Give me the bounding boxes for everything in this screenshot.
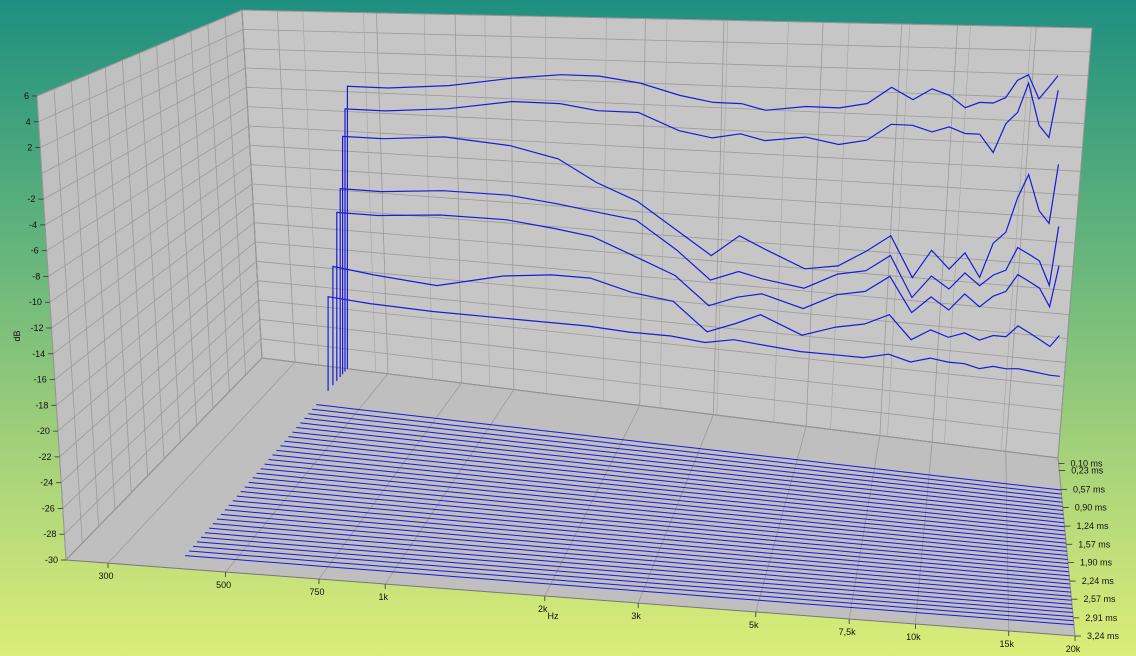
y-tick-label: -12 (30, 323, 43, 333)
x-tick-label: 500 (216, 580, 231, 590)
y-tick-label: -14 (32, 349, 45, 359)
x-tick-label: 10k (906, 632, 921, 642)
y-tick-label: -26 (42, 503, 55, 513)
x-tick-label: 20k (1066, 644, 1081, 654)
time-tick-label: 0,23 ms (1071, 466, 1104, 476)
time-tick-label: 2,24 ms (1082, 576, 1115, 586)
time-tick-label: 1,24 ms (1077, 521, 1110, 531)
y-tick-label: -16 (34, 375, 47, 385)
time-tick-label: 0,57 ms (1073, 484, 1106, 494)
y-tick-label: -8 (32, 271, 40, 281)
y-tick-label: -24 (40, 478, 53, 488)
y-tick-label: 6 (24, 91, 29, 101)
x-tick-label: 7,5k (839, 627, 857, 637)
time-tick-label: 1,90 ms (1080, 557, 1113, 567)
y-tick-label: -18 (35, 400, 48, 410)
time-tick-label: 0,90 ms (1075, 502, 1108, 512)
x-tick-label: 5k (749, 620, 759, 630)
time-tick-label: 2,91 ms (1085, 613, 1118, 623)
y-axis-label: dB (12, 330, 22, 341)
x-axis-label: Hz (548, 611, 559, 621)
time-tick-label: 3,24 ms (1087, 631, 1120, 641)
x-tick-label: 750 (309, 587, 324, 597)
time-tick-label: 1,57 ms (1078, 539, 1111, 549)
y-tick-label: 2 (27, 143, 32, 153)
y-tick-label: -4 (29, 220, 37, 230)
y-tick-label: -6 (31, 246, 39, 256)
x-tick-label: 300 (98, 571, 113, 581)
x-tick-label: 3k (631, 611, 641, 621)
y-tick-label: -28 (43, 529, 56, 539)
y-tick-label: 4 (26, 117, 31, 127)
waterfall-chart: 6 4 2 -2 -4 -6 -8 -10 -12 -14 -16 -18 -20 -22 -24 -26 -2… (12, 9, 1120, 654)
y-tick-label: -10 (29, 297, 42, 307)
y-tick-label: -20 (37, 426, 50, 436)
x-tick-label: 1k (378, 592, 388, 602)
time-tick-label: 2,57 ms (1083, 594, 1116, 604)
y-tick-label: -22 (39, 452, 52, 462)
x-tick-label: 15k (1000, 639, 1015, 649)
y-tick-label: -2 (27, 194, 35, 204)
y-tick-label: -30 (45, 555, 58, 565)
